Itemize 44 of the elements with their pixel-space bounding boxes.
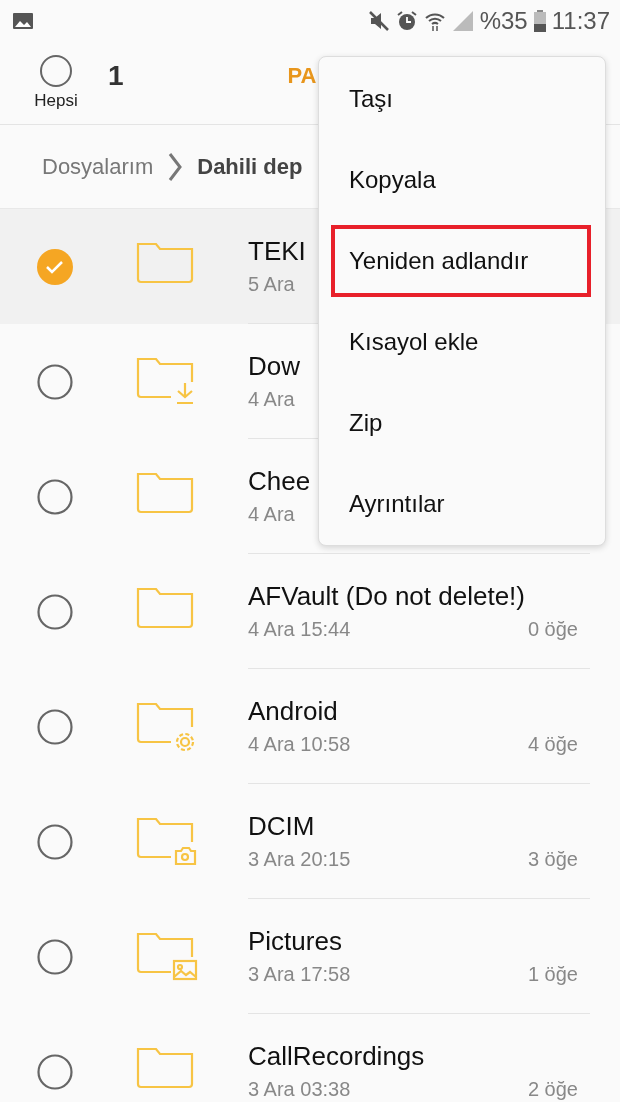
checkbox-icon[interactable] [37, 478, 73, 515]
selected-count: 1 [108, 60, 124, 92]
checkbox-icon[interactable] [37, 708, 73, 745]
image-icon [12, 11, 34, 31]
item-count: 4 öğe [527, 733, 578, 756]
folder-name: Pictures [248, 926, 342, 956]
folder-date: 4 Ara 15:44 [248, 618, 351, 641]
folder-name: AFVault (Do not delete!) [248, 581, 525, 611]
breadcrumb-item[interactable]: Dosyalarım [42, 153, 154, 180]
item-count: 3 öğe [527, 848, 578, 871]
menu-item[interactable]: Ayrıntılar [319, 463, 605, 546]
folder-name: Chee [248, 466, 311, 496]
item-count: 1 öğe [527, 963, 578, 986]
folder-name: DCIM [248, 811, 315, 841]
folder-name: TEKI [248, 236, 306, 266]
folder-date: 3 Ara 03:38 [248, 1078, 351, 1101]
folder-date: 4 Ara [248, 388, 295, 411]
folder-name: Dow [248, 351, 300, 381]
checkbox-icon[interactable] [37, 938, 73, 975]
folder-date: 3 Ara 17:58 [248, 963, 351, 986]
item-count: 2 öğe [527, 1078, 578, 1101]
alarm-icon [395, 10, 418, 32]
folder-date: 3 Ara 20:15 [248, 848, 351, 871]
battery-percent: %35 [479, 7, 528, 35]
wifi-icon [423, 10, 446, 32]
clock-time: 11:37 [551, 7, 610, 35]
checkbox-icon[interactable] [37, 823, 73, 860]
signal-icon [451, 10, 474, 32]
checked-checkbox-icon[interactable] [37, 248, 73, 285]
mute-icon [367, 10, 390, 32]
folder-name: Android [248, 696, 338, 726]
checkbox-icon[interactable] [37, 1053, 73, 1090]
battery-icon [533, 10, 546, 32]
folder-date: 5 Ara [248, 273, 295, 296]
menu-item[interactable]: Taşı [319, 58, 605, 140]
checkbox-icon[interactable] [37, 363, 73, 400]
breadcrumb-item[interactable]: Dahili dep [197, 153, 303, 180]
folder-date: 4 Ara 10:58 [248, 733, 351, 756]
select-all-checkbox[interactable]: Hepsi [28, 55, 84, 111]
chevron-icon [167, 151, 184, 182]
folder-date: 4 Ara [248, 503, 295, 526]
folder-name: CallRecordings [248, 1041, 425, 1071]
checkbox-icon[interactable] [37, 593, 73, 630]
item-count: 0 öğe [527, 618, 578, 641]
